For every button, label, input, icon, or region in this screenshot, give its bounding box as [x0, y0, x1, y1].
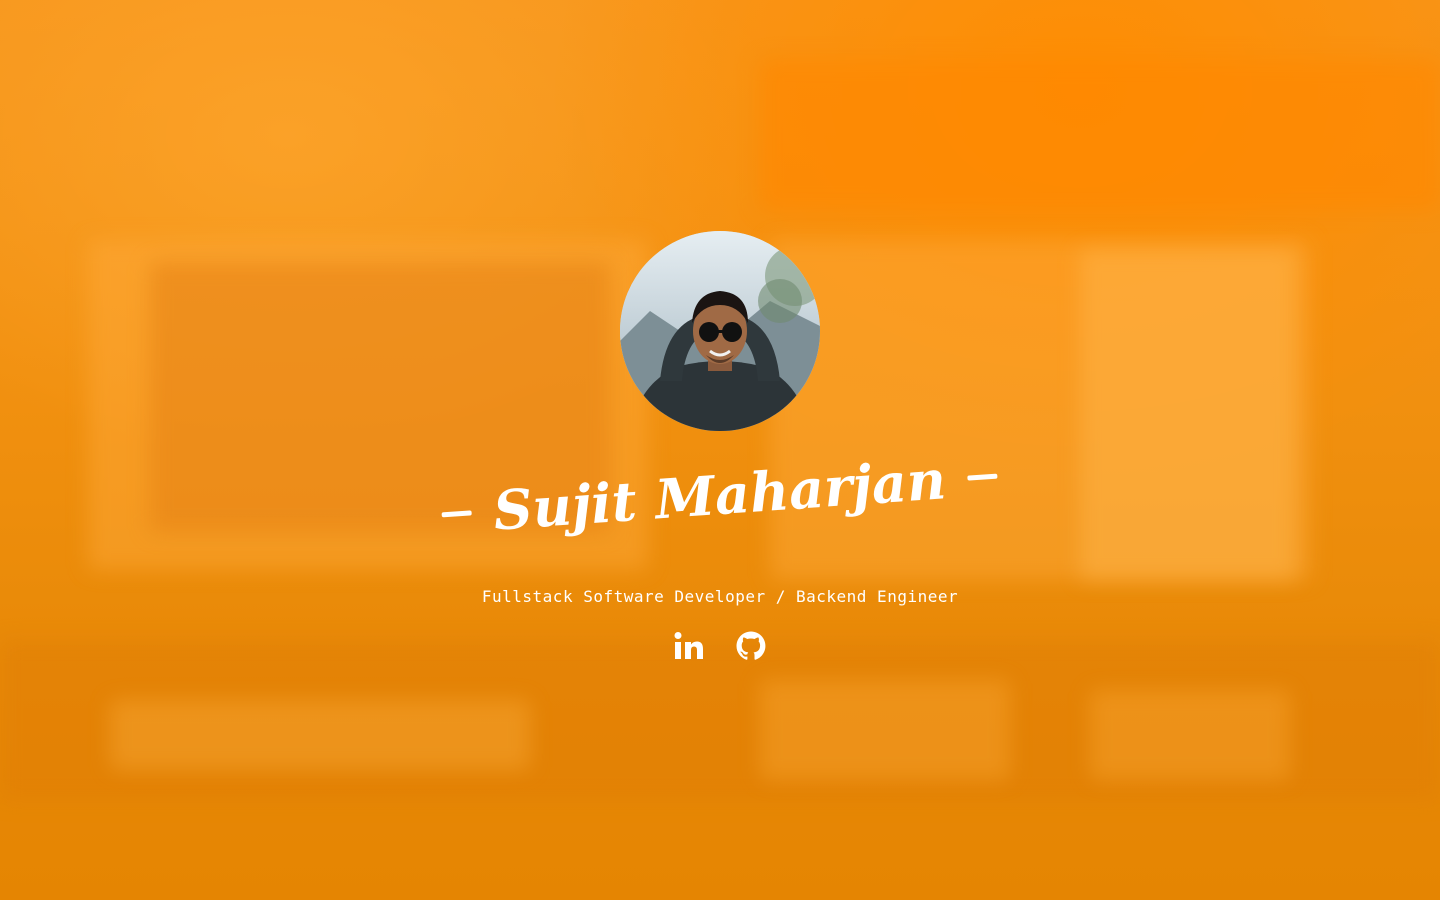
page-title: Sujit Maharjan	[440, 440, 1001, 551]
subtitle: Fullstack Software Developer / Backend E…	[481, 587, 959, 607]
linkedin-icon	[674, 632, 703, 660]
title-dash-left	[441, 509, 473, 517]
avatar	[620, 231, 820, 431]
avatar-photo	[620, 231, 820, 431]
linkedin-link[interactable]	[673, 630, 705, 662]
profile-card: Sujit Maharjan Fullstack Software Develo…	[0, 0, 1440, 900]
github-link[interactable]	[735, 630, 767, 662]
title-dash-right	[967, 473, 999, 481]
name-text: Sujit Maharjan	[491, 447, 949, 543]
github-icon	[736, 631, 766, 660]
social-links	[673, 630, 767, 662]
